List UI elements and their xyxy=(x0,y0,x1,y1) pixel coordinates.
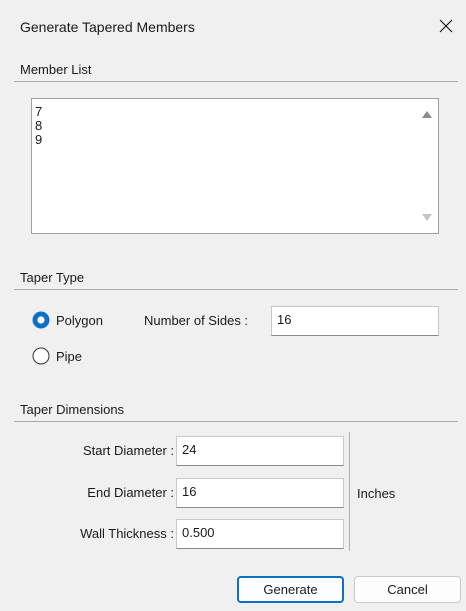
radio-pipe[interactable] xyxy=(32,347,50,365)
radio-pipe-label[interactable]: Pipe xyxy=(56,349,82,364)
units-divider xyxy=(349,432,350,551)
number-of-sides-label: Number of Sides : xyxy=(144,313,249,328)
title-bar: Generate Tapered Members xyxy=(0,0,466,50)
units-label: Inches xyxy=(357,486,396,501)
start-diameter-label: Start Diameter : xyxy=(82,443,174,458)
number-of-sides-input[interactable]: 16 xyxy=(271,306,439,336)
taper-dimensions-divider xyxy=(14,421,458,422)
close-button[interactable] xyxy=(432,12,460,40)
cancel-button[interactable]: Cancel xyxy=(354,576,461,603)
scroll-up-arrow-icon[interactable] xyxy=(422,111,432,118)
radio-polygon[interactable] xyxy=(32,311,50,329)
taper-type-divider xyxy=(14,289,458,290)
member-list-divider xyxy=(14,81,458,82)
member-list-items: 7 8 9 xyxy=(35,105,42,147)
window-title: Generate Tapered Members xyxy=(20,19,195,35)
close-icon xyxy=(439,19,453,33)
generate-button[interactable]: Generate xyxy=(237,576,344,603)
start-diameter-input[interactable]: 24 xyxy=(176,436,344,466)
member-listbox[interactable]: 7 8 9 xyxy=(31,98,439,234)
end-diameter-input[interactable]: 16 xyxy=(176,478,344,508)
list-item[interactable]: 7 xyxy=(35,105,42,119)
wall-thickness-input[interactable]: 0.500 xyxy=(176,519,344,549)
end-diameter-label: End Diameter : xyxy=(87,485,174,500)
taper-type-heading: Taper Type xyxy=(20,270,85,285)
member-list-heading: Member List xyxy=(20,62,92,77)
radio-polygon-label[interactable]: Polygon xyxy=(56,313,103,328)
vertical-scrollbar[interactable] xyxy=(418,99,438,233)
taper-dimensions-heading: Taper Dimensions xyxy=(20,402,125,417)
wall-thickness-label: Wall Thickness : xyxy=(80,526,174,541)
list-item[interactable]: 8 xyxy=(35,119,42,133)
scroll-down-arrow-icon[interactable] xyxy=(422,214,432,221)
list-item[interactable]: 9 xyxy=(35,133,42,147)
